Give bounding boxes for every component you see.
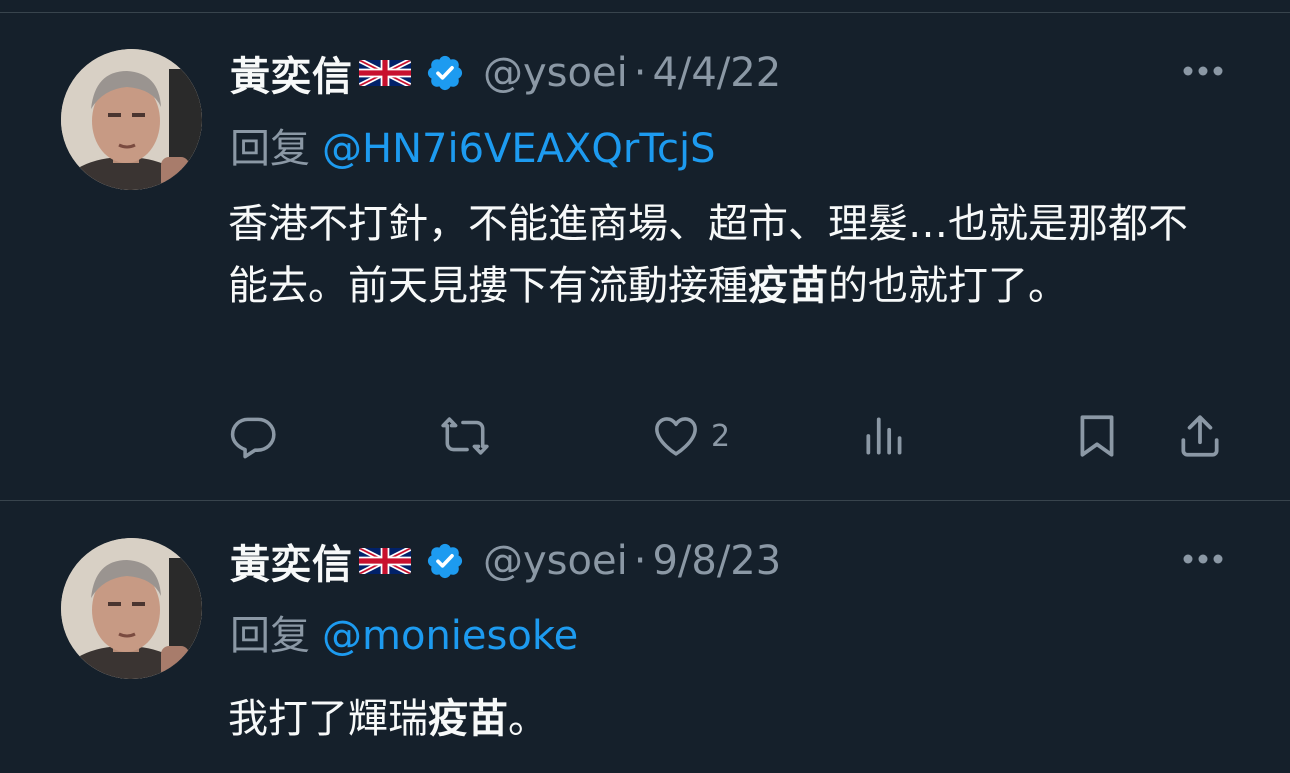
tweet-text: 我打了輝瑞疫苗。	[228, 686, 548, 744]
separator-dot: ·	[633, 538, 647, 584]
avatar[interactable]	[61, 538, 202, 679]
like-button[interactable]: 2	[651, 406, 730, 466]
tweet-date[interactable]: 9/8/23	[652, 538, 781, 584]
reply-prefix: 回复	[230, 613, 310, 659]
uk-flag-icon	[359, 60, 411, 86]
more-options-icon[interactable]	[1182, 65, 1224, 77]
heart-icon	[655, 417, 697, 456]
share-button[interactable]	[1175, 406, 1225, 466]
uk-flag-icon	[359, 548, 411, 574]
tweet-text-part: 的也就打了。	[828, 263, 1068, 309]
verified-badge-icon[interactable]	[425, 53, 465, 93]
separator-dot: ·	[633, 50, 647, 96]
avatar[interactable]	[61, 49, 202, 190]
tweet[interactable]: 黃奕信 @ysoei · 9/8/23	[0, 501, 1290, 773]
reply-to-handle[interactable]: @HN7i6VEAXQrTcjS	[322, 126, 715, 172]
retweet-button[interactable]	[440, 406, 490, 466]
tweet-date[interactable]: 4/4/22	[652, 50, 781, 96]
author-handle[interactable]: @ysoei	[483, 538, 628, 584]
reply-prefix: 回复	[230, 126, 310, 172]
retweet-icon	[441, 417, 489, 455]
reply-context: 回复 @HN7i6VEAXQrTcjS	[230, 116, 715, 174]
reply-icon	[230, 417, 276, 459]
avatar-photo-icon	[61, 538, 202, 679]
tweet-text-part: 我打了輝瑞	[228, 696, 428, 742]
views-button[interactable]	[860, 406, 910, 466]
tweet-text-part: 。	[508, 696, 548, 742]
reply-context: 回复 @moniesoke	[230, 603, 578, 661]
like-count: 2	[711, 418, 731, 454]
tweet-actions: 2	[0, 406, 1290, 466]
reply-to-handle[interactable]: @moniesoke	[322, 613, 578, 659]
highlighted-keyword: 疫苗	[428, 696, 508, 742]
tweet-text: 香港不打針，不能進商場、超市、理髮…也就是那都不能去。前天見摟下有流動接種疫苗的…	[228, 193, 1218, 317]
tweet[interactable]: 黃奕信 @ysoei · 4/4/22 回复 @HN7i6VEAXQrTcjS 香…	[0, 13, 1290, 501]
avatar-photo-icon	[61, 49, 202, 190]
bookmark-button[interactable]	[1072, 406, 1122, 466]
reply-button[interactable]	[228, 406, 278, 466]
tweet-header: 黃奕信 @ysoei · 4/4/22	[230, 43, 781, 103]
more-options-icon[interactable]	[1182, 553, 1224, 565]
views-chart-icon	[866, 417, 902, 455]
author-name[interactable]: 黃奕信	[230, 532, 353, 590]
highlighted-keyword: 疫苗	[748, 263, 828, 309]
bookmark-icon	[1080, 415, 1114, 457]
verified-badge-icon[interactable]	[425, 541, 465, 581]
tweet-header: 黃奕信 @ysoei · 9/8/23	[230, 531, 781, 591]
author-handle[interactable]: @ysoei	[483, 50, 628, 96]
share-icon	[1181, 415, 1219, 457]
author-name[interactable]: 黃奕信	[230, 44, 353, 102]
